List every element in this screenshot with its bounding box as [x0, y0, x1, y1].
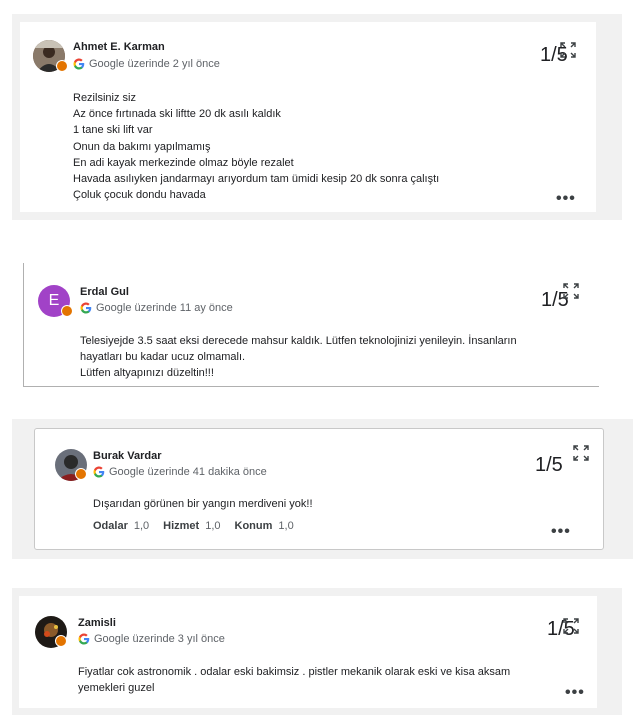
rating-value: 1,0	[278, 520, 294, 532]
google-g-icon	[73, 58, 85, 70]
local-guide-badge	[75, 468, 87, 480]
rating-item: Odalar 1,0	[93, 520, 149, 532]
review-line: Telesiyejde 3.5 saat eksi derecede mahsu…	[80, 335, 517, 347]
google-g-icon	[78, 633, 90, 645]
source-text: Google üzerinde 2 yıl önce	[89, 58, 220, 70]
author-name[interactable]: Zamisli	[78, 617, 116, 629]
review-source: Google üzerinde 11 ay önce	[80, 302, 233, 314]
google-g-icon	[93, 466, 105, 478]
expand-icon[interactable]	[563, 283, 579, 299]
review-source: Google üzerinde 2 yıl önce	[73, 58, 220, 70]
review-line: Fiyatlar cok astronomik . odalar eski ba…	[78, 666, 511, 678]
card-border-left	[23, 263, 24, 387]
review-line: Az önce fırtınada ski liftte 20 dk asılı…	[73, 108, 281, 121]
review-line: Lütfen altyapınızı düzeltin!!!	[80, 367, 214, 380]
source-text: Google üzerinde 41 dakika önce	[109, 466, 267, 478]
more-options-icon[interactable]: •••	[565, 685, 585, 701]
expand-icon[interactable]	[563, 618, 579, 634]
review-line: Rezilsiniz siz	[73, 92, 136, 104]
rating-item: Hizmet 1,0	[163, 520, 220, 532]
author-name[interactable]: Ahmet E. Karman	[73, 41, 165, 53]
card-border-bottom	[23, 386, 599, 387]
review-source: Google üzerinde 41 dakika önce	[93, 466, 267, 478]
more-options-icon[interactable]: •••	[551, 524, 571, 540]
review-text: Dışarıdan görünen bir yangın merdiveni y…	[93, 496, 313, 512]
review-text: Rezilsiniz siz Az önce fırtınada ski lif…	[73, 90, 439, 203]
local-guide-badge	[61, 305, 73, 317]
review-line: Onun da bakımı yapılmamış	[73, 140, 211, 153]
author-name[interactable]: Erdal Gul	[80, 286, 129, 298]
review-card-2: E Erdal Gul Google üzerinde 11 ay önce 1…	[24, 265, 599, 387]
review-line: Havada asılıyken jandarmayı arıyordum ta…	[73, 173, 440, 186]
review-line: hayatları bu kadar ucuz olmamalı.	[80, 351, 246, 364]
source-text: Google üzerinde 11 ay önce	[96, 302, 233, 314]
photo-counter: 1/5	[535, 454, 563, 476]
review-text: Telesiyejde 3.5 saat eksi derecede mahsu…	[80, 333, 517, 382]
review-text: Fiyatlar cok astronomik . odalar eski ba…	[78, 664, 510, 696]
more-options-icon[interactable]: •••	[556, 191, 576, 207]
review-card-1: Ahmet E. Karman Google üzerinde 2 yıl ön…	[20, 22, 596, 212]
local-guide-badge	[55, 635, 67, 647]
rating-label: Hizmet	[163, 520, 200, 532]
review-line: Dışarıdan görünen bir yangın merdiveni y…	[93, 498, 313, 510]
review-line: En adi kayak merkezinde olmaz böyle reza…	[73, 156, 294, 169]
review-line: Çoluk çocuk dondu havada	[73, 189, 206, 202]
rating-label: Konum	[234, 520, 273, 532]
google-g-icon	[80, 302, 92, 314]
source-text: Google üzerinde 3 yıl önce	[94, 633, 225, 645]
author-name[interactable]: Burak Vardar	[93, 450, 161, 462]
rating-breakdown: Odalar 1,0 Hizmet 1,0 Konum 1,0	[93, 520, 294, 532]
local-guide-badge	[56, 60, 68, 72]
rating-item: Konum 1,0	[235, 520, 294, 532]
expand-icon[interactable]	[560, 42, 576, 58]
review-source: Google üzerinde 3 yıl önce	[78, 633, 225, 645]
avatar-letter: E	[48, 292, 60, 309]
rating-value: 1,0	[133, 520, 150, 532]
expand-icon[interactable]	[573, 445, 589, 461]
review-line: yemekleri guzel	[78, 682, 155, 695]
rating-label: Odalar	[93, 520, 128, 532]
review-line: 1 tane ski lift var	[73, 124, 153, 137]
rating-value: 1,0	[205, 520, 221, 532]
review-card-3: Burak Vardar Google üzerinde 41 dakika ö…	[34, 428, 604, 550]
review-card-4: Zamisli Google üzerinde 3 yıl önce 1/5 F…	[19, 596, 597, 708]
